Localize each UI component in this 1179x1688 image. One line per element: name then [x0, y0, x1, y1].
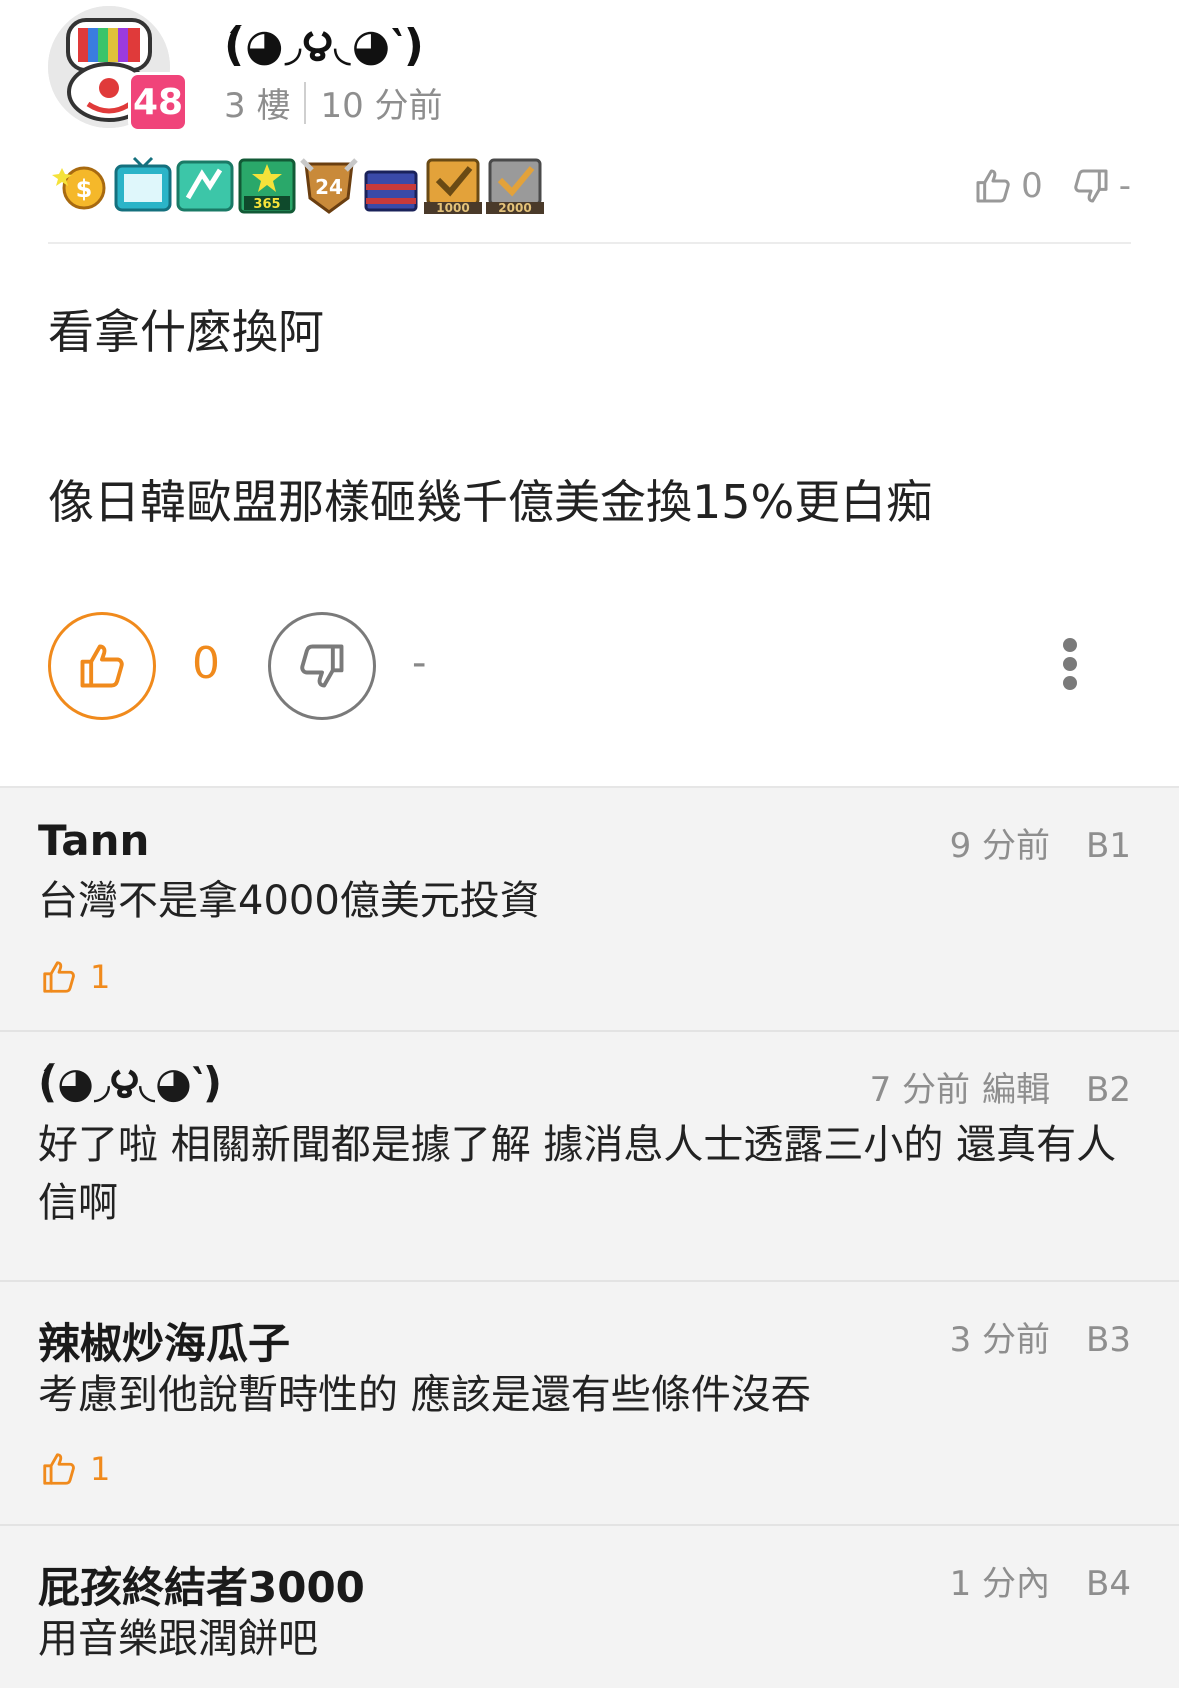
mini-dislike-count: - [1118, 166, 1131, 206]
comment-floor: B4 [1086, 1564, 1131, 1604]
comment-meta: 3 分前 B3 [950, 1312, 1131, 1361]
level-badge: 48 [128, 72, 188, 132]
comment-item: Tann 9 分前 B1 台灣不是拿4000億美元投資 1 [0, 788, 1179, 1032]
mini-dislike[interactable]: - [1071, 166, 1131, 206]
check-1000-medal-icon: 1000 [424, 158, 482, 215]
medal-1000-label: 1000 [436, 201, 469, 215]
like-count: 0 [192, 638, 220, 689]
comment-time: 1 分內 [949, 1564, 1051, 1604]
mini-like[interactable]: 0 [973, 166, 1043, 206]
coin-medal-icon: $ [52, 166, 106, 210]
comment-text: 台灣不是拿4000億美元投資 [38, 878, 540, 924]
comment-author[interactable]: 辣椒炒海瓜子 [38, 1310, 290, 1371]
medal-24-label: 24 [315, 175, 343, 199]
calendar-365-medal-icon: 365 [238, 158, 296, 214]
comment-edit-link[interactable]: 編輯 [982, 1070, 1050, 1110]
comment-text: 用音樂跟潤餅吧 [38, 1616, 318, 1662]
post-time: 10 分前 [320, 86, 443, 126]
thumbs-down-icon [1074, 169, 1108, 203]
comment-meta: 7 分前 編輯 B2 [870, 1062, 1131, 1111]
comment-time: 9 分前 [949, 826, 1051, 866]
comment-like-count: 1 [90, 958, 111, 996]
comment-time: 3 分前 [949, 1320, 1051, 1360]
dislike-count: - [412, 640, 427, 686]
thumbs-up-icon [43, 1453, 75, 1485]
comment-time: 7 分前 [869, 1070, 971, 1110]
mini-like-count: 0 [1021, 166, 1043, 206]
comment-like-button[interactable]: 1 [40, 1450, 110, 1488]
comment-item: 辣椒炒海瓜子 3 分前 B3 考慮到他說暫時性的 應該是還有些條件沒吞 1 [0, 1282, 1179, 1526]
comment-author[interactable]: (́◕◞౪◟◕‵) [38, 1058, 222, 1118]
tv-medal-icon [114, 156, 172, 212]
meta-separator [304, 81, 307, 124]
comment-meta: 1 分內 B4 [950, 1556, 1131, 1605]
post-author-name[interactable]: (́◕◞౪◟◕‵) [224, 20, 425, 82]
post-floor: 3 樓 [224, 86, 291, 126]
shield-24-medal-icon: 24 [300, 158, 358, 214]
comment-list: Tann 9 分前 B1 台灣不是拿4000億美元投資 1 (́◕◞౪◟◕‵) 7… [0, 786, 1179, 1688]
check-2000-medal-icon: 2000 [486, 158, 544, 215]
comment-item: 屁孩終結者3000 1 分內 B4 用音樂跟潤餅吧 [0, 1526, 1179, 1688]
comment-text: 考慮到他說暫時性的 應該是還有些條件沒吞 [38, 1372, 811, 1418]
medal-365-label: 365 [253, 197, 280, 212]
comment-author[interactable]: Tann [38, 816, 149, 865]
comment-floor: B2 [1086, 1070, 1131, 1110]
comment-floor: B1 [1086, 826, 1131, 866]
thumbs-down-icon [300, 644, 344, 688]
dislike-button[interactable] [268, 612, 376, 720]
comment-like-count: 1 [90, 1450, 111, 1488]
chat-medal-icon [176, 160, 234, 212]
comment-meta: 9 分前 B1 [950, 818, 1131, 867]
comment-author[interactable]: 屁孩終結者3000 [38, 1554, 365, 1615]
thumbs-up-icon [80, 644, 124, 688]
post-body-line: 像日韓歐盟那樣砸幾千億美金換15%更白痴 [48, 475, 933, 529]
like-button[interactable] [48, 612, 156, 720]
header-divider [48, 242, 1131, 244]
author-avatar[interactable]: 48 [48, 6, 188, 132]
more-vertical-icon[interactable] [1062, 638, 1078, 690]
thumbs-up-icon [43, 961, 75, 993]
post-mini-votes: 0 - [945, 166, 1131, 206]
comment-like-button[interactable]: 1 [40, 958, 110, 996]
post-body-line: 看拿什麼換阿 [48, 305, 324, 359]
comment-text: 好了啦 相關新聞都是據了解 據消息人士透露三小的 還真有人信啊 [38, 1122, 1117, 1226]
comment-floor: B3 [1086, 1320, 1131, 1360]
medal-2000-label: 2000 [498, 201, 531, 215]
thumbs-up-icon [976, 169, 1010, 203]
chest-medal-icon [364, 170, 418, 212]
medal-row: $ 365 24 1000 2000 [50, 150, 546, 216]
svg-text:$: $ [76, 175, 93, 203]
post-meta: 3 樓 10 分前 [224, 78, 443, 127]
comment-item: (́◕◞౪◟◕‵) 7 分前 編輯 B2 好了啦 相關新聞都是據了解 據消息人士透露… [0, 1032, 1179, 1282]
